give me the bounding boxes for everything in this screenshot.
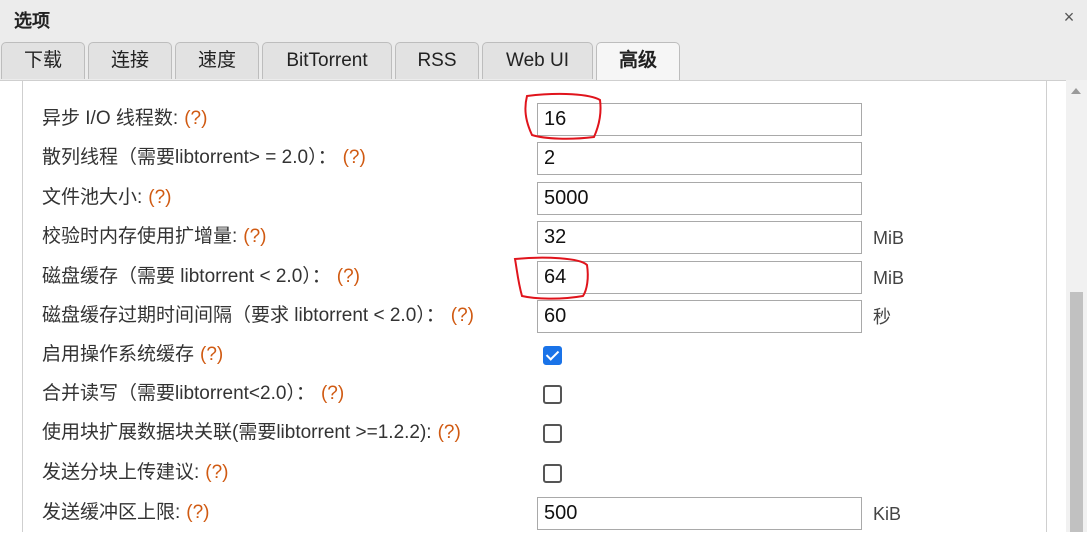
help-link[interactable]: (?): [343, 147, 366, 168]
setting-row-hashing-threads: 散列线程（需要libtorrent> = 2.0）： (?) 2: [0, 139, 1040, 177]
send-buffer-watermark-input[interactable]: 500: [537, 497, 862, 530]
setting-label: 磁盘缓存过期时间间隔（要求 libtorrent < 2.0）： (?): [42, 305, 475, 326]
setting-row-disk-cache-expiry: 磁盘缓存过期时间间隔（要求 libtorrent < 2.0）： (?) 60 秒: [0, 297, 1040, 335]
setting-label: 异步 I/O 线程数: (?): [42, 108, 208, 129]
tab-advanced[interactable]: 高级: [596, 42, 680, 81]
setting-label: 发送分块上传建议: (?): [42, 462, 229, 483]
unit-label: 秒: [873, 307, 891, 327]
tab-speed[interactable]: 速度: [175, 42, 259, 79]
unit-label: MiB: [873, 268, 904, 288]
help-link[interactable]: (?): [451, 305, 474, 326]
tab-rss[interactable]: RSS: [395, 42, 479, 79]
file-pool-size-input[interactable]: 5000: [537, 182, 862, 215]
setting-label: 发送缓冲区上限: (?): [42, 502, 210, 523]
help-link[interactable]: (?): [337, 266, 360, 287]
setting-row-async-io-threads: 异步 I/O 线程数: (?) 16: [0, 100, 1040, 138]
setting-label: 启用操作系统缓存 (?): [42, 344, 224, 365]
tab-bar: 下载 连接 速度 BitTorrent RSS Web UI 高级: [0, 36, 1087, 81]
dialog-titlebar: 选项 ×: [0, 0, 1087, 37]
setting-label: 校验时内存使用扩增量: (?): [42, 226, 267, 247]
setting-label: 合并读写（需要libtorrent<2.0）： (?): [42, 383, 345, 404]
setting-row-os-cache: 启用操作系统缓存 (?): [0, 336, 1040, 374]
help-link[interactable]: (?): [205, 462, 228, 483]
vertical-scrollbar[interactable]: [1066, 80, 1087, 532]
setting-label: 文件池大小: (?): [42, 187, 172, 208]
panel-border-right: [1046, 80, 1047, 532]
tab-bittorrent[interactable]: BitTorrent: [262, 42, 392, 79]
async-io-threads-input[interactable]: 16: [537, 103, 862, 136]
setting-row-upload-suggestions: 发送分块上传建议: (?): [0, 454, 1040, 492]
help-link[interactable]: (?): [186, 502, 209, 523]
disk-cache-expiry-input[interactable]: 60: [537, 300, 862, 333]
close-icon[interactable]: ×: [1059, 7, 1079, 27]
setting-row-coalesce-read-write: 合并读写（需要libtorrent<2.0）： (?): [0, 375, 1040, 413]
setting-row-piece-extent-affinity: 使用块扩展数据块关联(需要libtorrent >=1.2.2): (?): [0, 414, 1040, 452]
checking-memory-input[interactable]: 32: [537, 221, 862, 254]
disk-cache-input[interactable]: 64: [537, 261, 862, 294]
help-link[interactable]: (?): [438, 422, 461, 443]
unit-label: KiB: [873, 504, 902, 524]
scrollbar-thumb[interactable]: [1070, 292, 1083, 532]
help-link[interactable]: (?): [148, 187, 171, 208]
setting-row-send-buffer-watermark: 发送缓冲区上限: (?) 500 KiB: [0, 494, 1040, 532]
setting-row-disk-cache: 磁盘缓存（需要 libtorrent < 2.0）： (?) 64 MiB: [0, 258, 1040, 296]
hashing-threads-input[interactable]: 2: [537, 142, 862, 175]
os-cache-checkbox[interactable]: [543, 346, 562, 365]
setting-row-checking-memory: 校验时内存使用扩增量: (?) 32 MiB: [0, 218, 1040, 256]
setting-label: 磁盘缓存（需要 libtorrent < 2.0）： (?): [42, 266, 361, 287]
setting-label: 使用块扩展数据块关联(需要libtorrent >=1.2.2): (?): [42, 422, 461, 443]
piece-extent-affinity-checkbox[interactable]: [543, 424, 562, 443]
upload-suggestions-checkbox[interactable]: [543, 464, 562, 483]
help-link[interactable]: (?): [200, 344, 223, 365]
help-link[interactable]: (?): [243, 226, 266, 247]
setting-label: 散列线程（需要libtorrent> = 2.0）： (?): [42, 147, 366, 168]
setting-row-file-pool-size: 文件池大小: (?) 5000: [0, 179, 1040, 217]
tab-webui[interactable]: Web UI: [482, 42, 593, 79]
help-link[interactable]: (?): [321, 383, 344, 404]
tab-download[interactable]: 下载: [1, 42, 85, 79]
tab-connection[interactable]: 连接: [88, 42, 172, 79]
unit-label: MiB: [873, 228, 904, 248]
scroll-up-icon[interactable]: [1071, 88, 1081, 94]
coalesce-read-write-checkbox[interactable]: [543, 385, 562, 404]
help-link[interactable]: (?): [184, 108, 207, 129]
dialog-title: 选项: [14, 11, 50, 31]
